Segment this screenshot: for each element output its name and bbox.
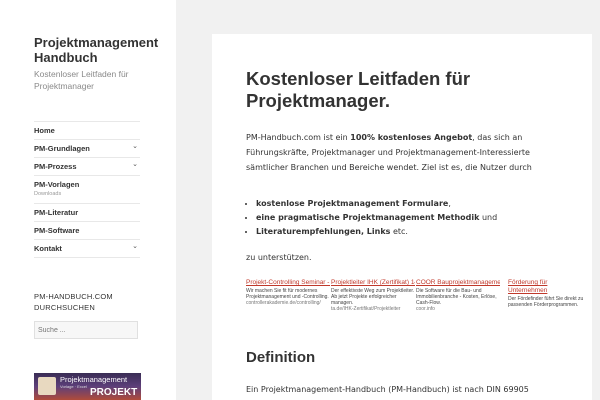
banner-subtitle: Vorlage · Excel (60, 384, 87, 389)
banner-label: PROJEKT (90, 387, 138, 398)
list-item-rest: , (448, 199, 451, 208)
intro-paragraph: PM-Handbuch.com ist ein 100% kostenloses… (246, 130, 556, 175)
nav-item-label: PM-Grundlagen (34, 144, 90, 153)
nav-item-label: PM-Literatur (34, 208, 79, 217)
ad-description: Die Software für die Bau- und Immobilien… (416, 288, 497, 306)
nav-item-label: PM-Prozess (34, 162, 77, 171)
nav-item-subtitle: Downloads (34, 191, 62, 197)
definition-paragraph: Ein Projektmanagement-Handbuch (PM-Handb… (246, 385, 529, 394)
section-heading-definition: Definition (246, 349, 316, 366)
ad-title-link[interactable]: Projekt-Controlling Seminar - Mit Abschl… (246, 279, 330, 287)
ad-banner[interactable]: Projektmanagement Vorlage · Excel PROJEK… (34, 373, 141, 400)
nav-item-pm-software[interactable]: PM-Software (34, 222, 140, 240)
nav-item-label: PM-Software (34, 226, 80, 235)
chevron-down-icon[interactable]: ⌄ (132, 143, 138, 150)
ad-title-link[interactable]: Förderung für Unternehmen (508, 279, 586, 295)
list-item-bold: Literaturempfehlungen, Links (256, 227, 391, 236)
list-item: eine pragmatische Projektmanagement Meth… (256, 211, 566, 225)
intro-text: PM-Handbuch.com ist ein (246, 133, 351, 142)
search-input[interactable] (34, 321, 138, 339)
banner-title: Projektmanagement (60, 375, 128, 384)
ad-title-link[interactable]: Projektleiter IHK (Zertifikat) 14-tägige… (331, 279, 415, 287)
nav-item-home[interactable]: Home (34, 122, 140, 140)
list-item: Literaturempfehlungen, Links etc. (256, 225, 566, 239)
ad-title-link[interactable]: COOR Bauprojektmanagement - Infos zur So… (416, 279, 500, 287)
nav-item-pm-grundlagen[interactable]: PM-Grundlagen ⌄ (34, 140, 140, 158)
ad-description: Wir machen Sie fit für modernes Projektm… (246, 288, 329, 300)
list-item: kostenlose Projektmanagement Formulare, (256, 197, 566, 211)
list-item-rest: und (479, 213, 498, 222)
nav-item-pm-prozess[interactable]: PM-Prozess ⌄ (34, 158, 140, 176)
nav-item-label: Home (34, 126, 55, 135)
ad-url[interactable]: ta.de/IHK-Zertifikat/Projektleiter (331, 306, 415, 312)
search-widget-title: PM-HANDBUCH.COM DURCHSUCHEN (34, 292, 113, 312)
site-description: Kostenloser Leitfaden für Projektmanager (34, 69, 129, 91)
main-content: Kostenloser Leitfaden für Projektmanager… (176, 0, 600, 400)
article: Kostenloser Leitfaden für Projektmanager… (212, 34, 592, 400)
list-item-bold: kostenlose Projektmanagement Formulare (256, 199, 449, 208)
site-title[interactable]: Projektmanagement Handbuch (34, 35, 174, 65)
ad-url[interactable]: controllerakademie.de/controlling/ (246, 300, 330, 306)
list-item-bold: eine pragmatische Projektmanagement Meth… (256, 213, 480, 222)
main-navigation: Home PM-Grundlagen ⌄ PM-Prozess ⌄ PM-Vor… (34, 121, 140, 258)
nav-item-pm-literatur[interactable]: PM-Literatur (34, 204, 140, 222)
ad-item[interactable]: Projekt-Controlling Seminar - Mit Abschl… (246, 279, 330, 329)
ad-description: Der effektivste Weg zum Projektleiter. A… (331, 288, 415, 306)
ad-item[interactable]: Förderung für Unternehmen Der Fördefinde… (508, 279, 586, 329)
sidebar: Projektmanagement Handbuch Kostenloser L… (0, 0, 176, 400)
outro-text: zu unterstützen. (246, 253, 312, 262)
nav-item-label: Kontakt (34, 244, 62, 253)
banner-thumbnail-icon (38, 377, 56, 395)
nav-item-label: PM-Vorlagen (34, 180, 80, 189)
ad-item[interactable]: Projektleiter IHK (Zertifikat) 14-tägige… (331, 279, 415, 329)
ad-block: Projekt-Controlling Seminar - Mit Abschl… (246, 279, 586, 329)
list-item-rest: etc. (390, 227, 408, 236)
feature-list: kostenlose Projektmanagement Formulare, … (246, 197, 566, 239)
chevron-down-icon[interactable]: ⌄ (132, 161, 138, 168)
ad-url[interactable]: coor.info (416, 306, 500, 312)
ad-item[interactable]: COOR Bauprojektmanagement - Infos zur So… (416, 279, 500, 329)
page-title: Kostenloser Leitfaden für Projektmanager… (246, 68, 471, 111)
nav-item-kontakt[interactable]: Kontakt ⌄ (34, 240, 140, 258)
chevron-down-icon[interactable]: ⌄ (132, 243, 138, 250)
ad-description: Der Fördefinder führt Sie direkt zu pass… (508, 296, 584, 308)
nav-item-pm-vorlagen[interactable]: PM-Vorlagen Downloads (34, 176, 140, 204)
intro-highlight: 100% kostenloses Angebot (350, 133, 473, 142)
